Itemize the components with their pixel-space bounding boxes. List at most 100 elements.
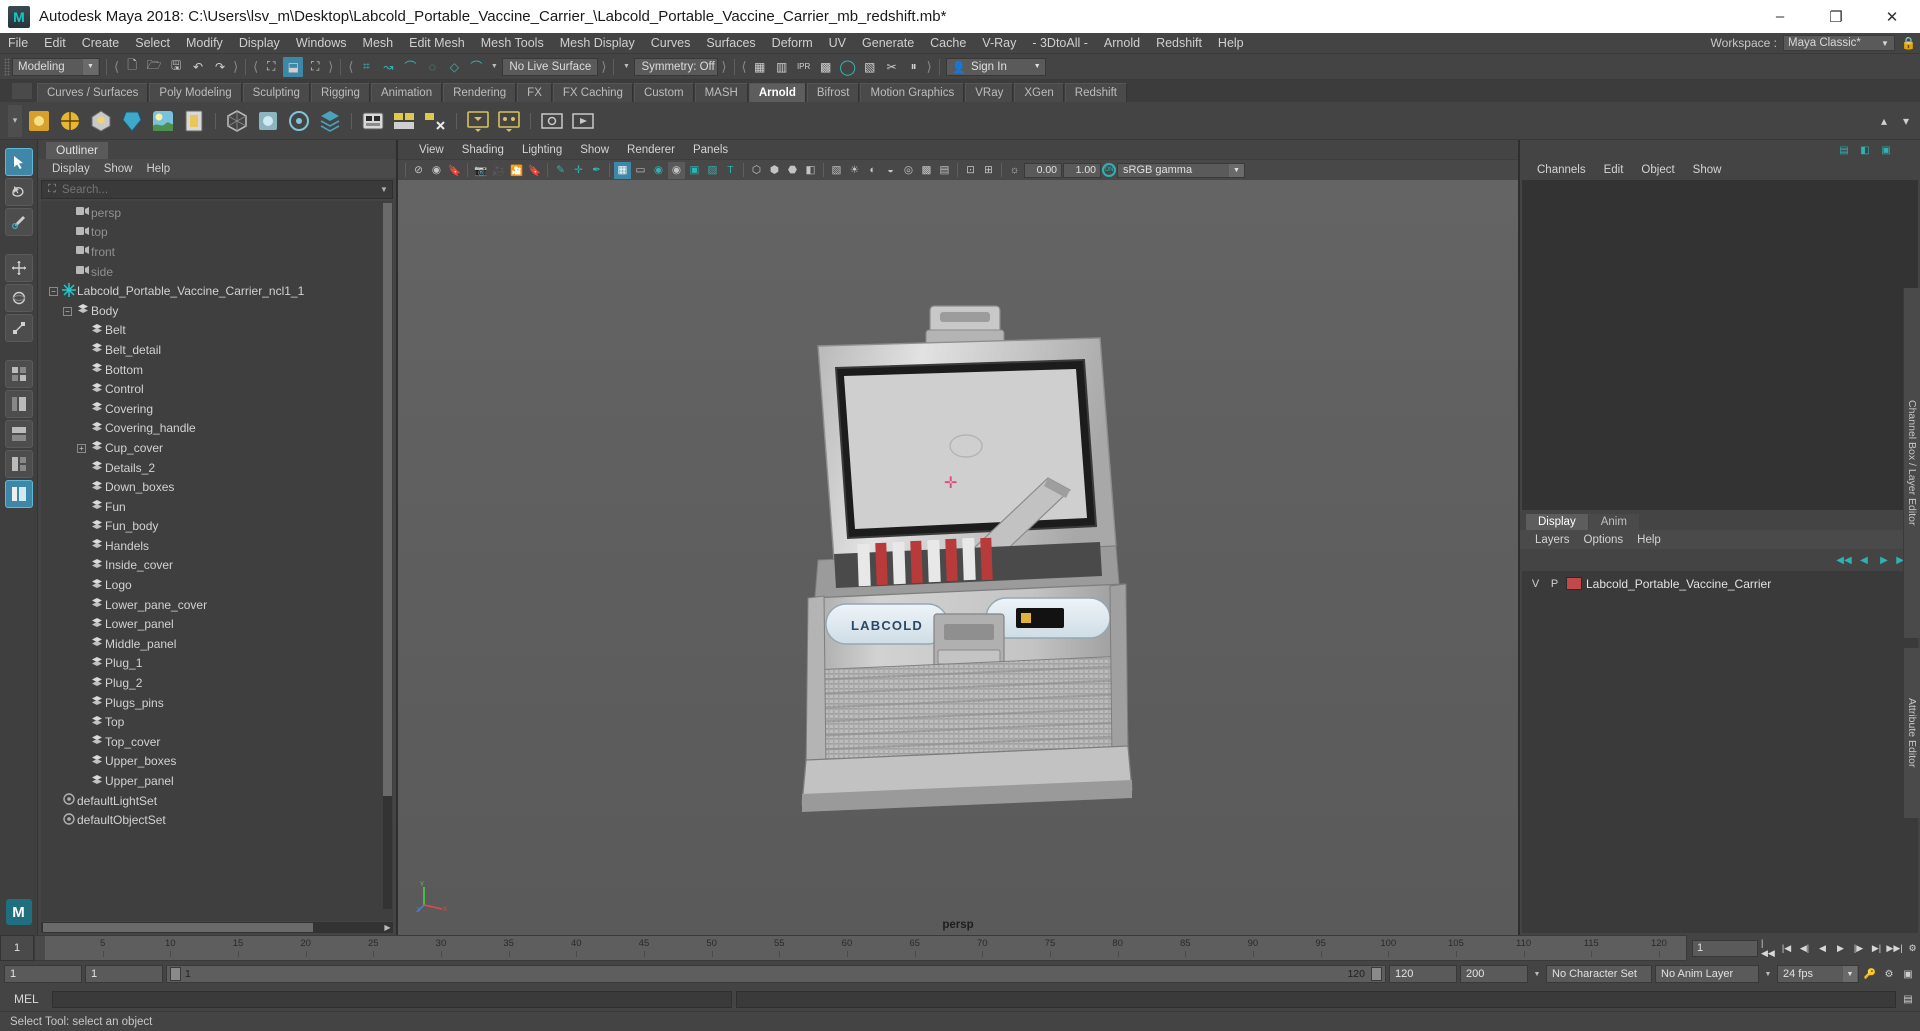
smooth-shade-selected-icon[interactable]: ⬣	[784, 162, 801, 179]
outliner-node[interactable]: Top	[41, 712, 393, 732]
menu-mesh-display[interactable]: Mesh Display	[552, 33, 643, 53]
menu-create[interactable]: Create	[74, 33, 128, 53]
menu-v-ray[interactable]: V-Ray	[974, 33, 1024, 53]
menu-modify[interactable]: Modify	[178, 33, 231, 53]
layer-color-swatch[interactable]	[1566, 577, 1582, 590]
outliner-tab[interactable]: Outliner	[46, 142, 109, 159]
minimize-button[interactable]: –	[1752, 0, 1808, 33]
play-forwards-icon[interactable]: ▶	[1833, 940, 1848, 956]
select-camera-icon[interactable]: ◉	[428, 162, 445, 179]
range-handle-left[interactable]	[170, 967, 181, 981]
chevron-down-icon[interactable]: ▼	[1762, 971, 1774, 978]
hypershade-icon[interactable]: ◯	[838, 57, 858, 77]
outliner-node[interactable]: + Cup_cover	[41, 438, 393, 458]
two-d-pan-zoom-icon[interactable]: 🎦	[508, 162, 525, 179]
outliner-menu-display[interactable]: Display	[46, 163, 96, 175]
perspective-viewport[interactable]: LABCOLD ✛ Y X Z persp	[398, 180, 1518, 935]
grease-pencil-icon[interactable]: ✎	[552, 162, 569, 179]
maximize-button[interactable]: ❐	[1808, 0, 1864, 33]
select-component-icon[interactable]: ⛶	[305, 57, 325, 77]
shelf-tab-vray[interactable]: VRay	[965, 83, 1014, 102]
depth-peeling-icon[interactable]: ▤	[936, 162, 953, 179]
use-all-lights-icon[interactable]: ☀	[846, 162, 863, 179]
screen-space-ao-icon[interactable]: ◒	[882, 162, 899, 179]
outliner-node[interactable]: Plug_2	[41, 673, 393, 693]
new-scene-icon[interactable]: 🗋	[122, 57, 142, 77]
add-marker-icon[interactable]: ✛	[570, 162, 587, 179]
arnold-procedural-icon[interactable]	[285, 107, 313, 135]
shelf-tab-motion-graphics[interactable]: Motion Graphics	[860, 83, 965, 102]
shelf-scroll-up-icon[interactable]: ▴	[1874, 111, 1894, 131]
layer-menu-layers[interactable]: Layers	[1528, 534, 1577, 546]
render-view-icon[interactable]: ▧	[860, 57, 880, 77]
vaccine-carrier-model[interactable]: LABCOLD	[748, 298, 1168, 818]
select-tool-button[interactable]	[4, 148, 33, 176]
script-editor-icon[interactable]: ▤	[1900, 991, 1916, 1007]
exposure-field[interactable]: 0.00	[1024, 162, 1062, 178]
paint-select-tool-button[interactable]	[4, 208, 33, 236]
snap-point-icon[interactable]: ⌒	[400, 57, 420, 77]
channelbox-menu-object[interactable]: Object	[1632, 164, 1683, 176]
gamma-field[interactable]: 1.00	[1063, 162, 1101, 178]
shelf-tab-rendering[interactable]: Rendering	[443, 83, 517, 102]
paint-effects-icon[interactable]: ✒	[588, 162, 605, 179]
channelbox-menu-channels[interactable]: Channels	[1528, 164, 1595, 176]
collapse-toggle-icon[interactable]: −	[47, 286, 60, 297]
layer-prev-icon[interactable]: ◀	[1856, 552, 1872, 568]
viewport-menu-renderer[interactable]: Renderer	[618, 144, 684, 156]
menu-curves[interactable]: Curves	[643, 33, 699, 53]
outliner-node[interactable]: Bottom	[41, 360, 393, 380]
shelf-tab-bifrost[interactable]: Bifrost	[806, 83, 860, 102]
shelf-scroll-down-icon[interactable]: ▾	[1896, 111, 1916, 131]
outliner-node[interactable]: − Labcold_Portable_Vaccine_Carrier_ncl1_1	[41, 281, 393, 301]
menu-arnold[interactable]: Arnold	[1096, 33, 1148, 53]
outliner-node[interactable]: Plugs_pins	[41, 693, 393, 713]
outliner-node[interactable]: Fun_body	[41, 517, 393, 537]
arnold-sequence-icon[interactable]	[495, 107, 523, 135]
chevron-down-icon[interactable]: ▼	[1531, 971, 1543, 978]
step-back-frame-icon[interactable]: ◀|	[1797, 940, 1812, 956]
layout-outliner-persp-icon[interactable]	[4, 480, 33, 508]
menu-help[interactable]: Help	[1210, 33, 1252, 53]
layer-next-icon[interactable]: ▶	[1876, 552, 1892, 568]
expand-toggle-icon[interactable]: +	[75, 443, 88, 454]
shelf-menu-icon[interactable]: ▾	[8, 104, 22, 137]
time-slider-track[interactable]: 5 10 15 20 25 30 35 40 45 50 55 60 65 70 75 80 85 90 95 100…	[34, 935, 1687, 961]
outliner-node[interactable]: Top_cover	[41, 732, 393, 752]
image-plane-icon[interactable]: 🔖	[526, 162, 543, 179]
menu-redshift[interactable]: Redshift	[1148, 33, 1210, 53]
layer-playback-toggle[interactable]: P	[1545, 578, 1564, 590]
live-surface-field[interactable]: No Live Surface	[502, 57, 599, 76]
channelbox-menu-show[interactable]: Show	[1684, 164, 1731, 176]
command-language-label[interactable]: MEL	[4, 992, 48, 1006]
outliner-tree[interactable]: persp top front side − Labcold_Portable_Vacci…	[41, 201, 393, 921]
outliner-node[interactable]: defaultObjectSet	[41, 810, 393, 830]
xray-joints-icon[interactable]: ⊞	[980, 162, 997, 179]
outliner-node[interactable]: Control	[41, 379, 393, 399]
menu-uv[interactable]: UV	[821, 33, 854, 53]
outliner-node[interactable]: Lower_pane_cover	[41, 595, 393, 615]
wireframe-icon[interactable]: ⬡	[748, 162, 765, 179]
shelf-tab-poly-modeling[interactable]: Poly Modeling	[149, 83, 242, 102]
outliner-search-bar[interactable]: ⛶ ▼	[41, 180, 393, 199]
shelf-tab-redshift[interactable]: Redshift	[1064, 83, 1127, 102]
outliner-node[interactable]: defaultLightSet	[41, 791, 393, 811]
playblast-icon[interactable]	[569, 107, 597, 135]
outliner-node[interactable]: Inside_cover	[41, 556, 393, 576]
outliner-node[interactable]: Upper_boxes	[41, 752, 393, 772]
layout-persp-outliner-icon[interactable]	[4, 390, 33, 418]
arnold-flare-icon[interactable]	[359, 107, 387, 135]
no-camera-icon[interactable]: ⊘	[410, 162, 427, 179]
frame-field[interactable]: 1	[1692, 939, 1758, 957]
outliner-node[interactable]: top	[41, 223, 393, 243]
display-layer-row[interactable]: V P Labcold_Portable_Vaccine_Carrier	[1522, 574, 1918, 593]
viewport-menu-panels[interactable]: Panels	[684, 144, 737, 156]
range-slider[interactable]: 1 120	[166, 965, 1386, 983]
search-input[interactable]	[62, 183, 376, 196]
menu-edit[interactable]: Edit	[36, 33, 74, 53]
menu-generate[interactable]: Generate	[854, 33, 922, 53]
outliner-node[interactable]: Down_boxes	[41, 477, 393, 497]
snap-view-plane-icon[interactable]: ◇	[444, 57, 464, 77]
play-backwards-icon[interactable]: ◀	[1815, 940, 1830, 956]
bookmark-icon[interactable]: 🔖	[446, 162, 463, 179]
